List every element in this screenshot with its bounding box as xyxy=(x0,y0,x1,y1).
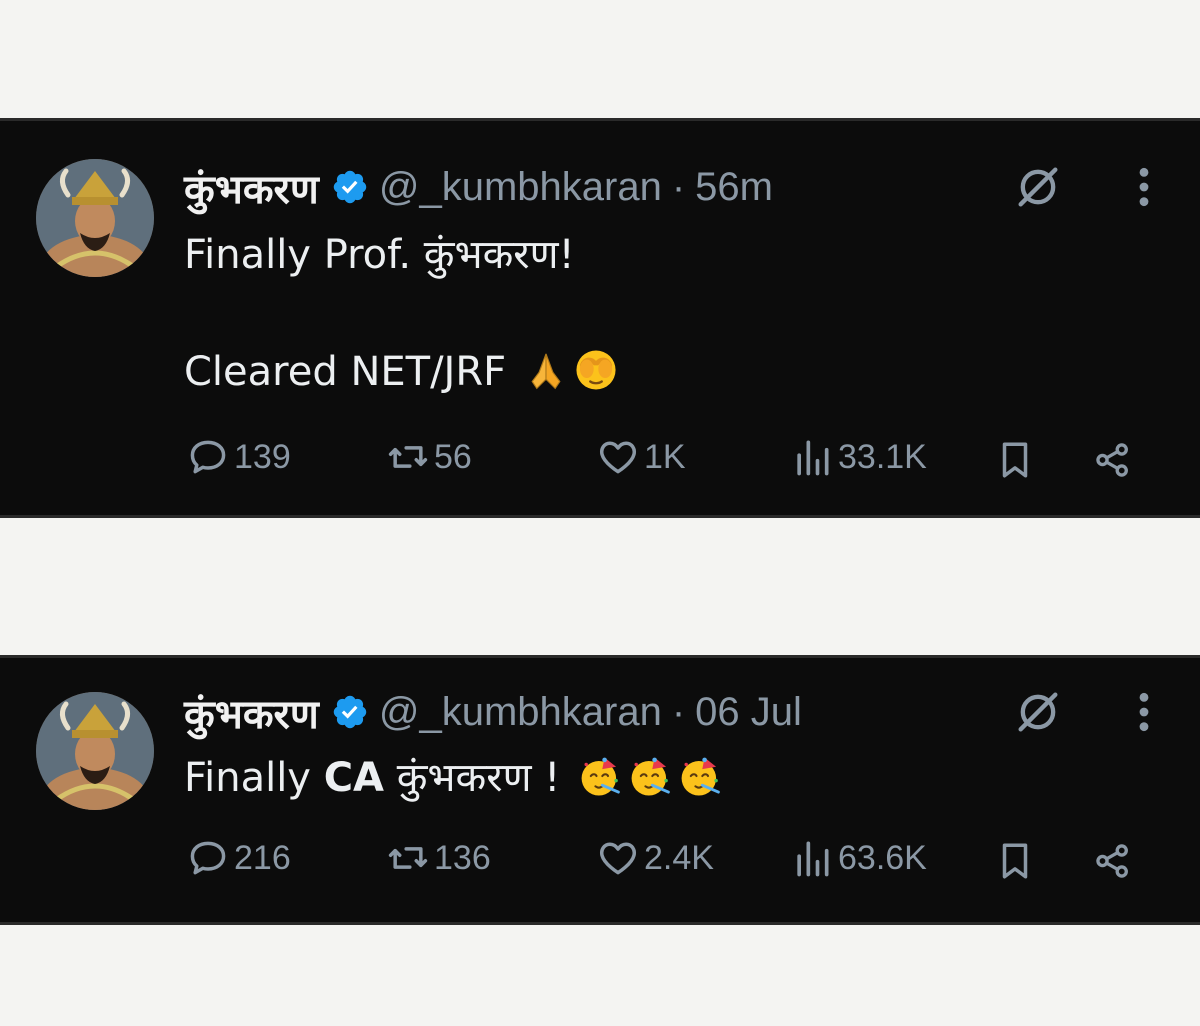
repost-count: 136 xyxy=(434,838,491,877)
handle[interactable]: @_kumbhkaran xyxy=(379,165,662,210)
view-count: 63.6K xyxy=(838,838,927,877)
tweet-card[interactable]: कुंभकरण @_kumbhkaran · 56m Finally Prof.… xyxy=(0,118,1200,518)
reply-icon xyxy=(186,836,230,880)
action-bar: 216 136 2.4K 63.6K xyxy=(0,836,1200,886)
timestamp[interactable]: 06 Jul xyxy=(695,690,802,735)
tweet-text: Cleared NET/JRF xyxy=(184,349,507,395)
handle[interactable]: @_kumbhkaran xyxy=(379,690,662,735)
partying-face-icon xyxy=(577,753,623,799)
verified-badge-icon xyxy=(331,693,369,731)
repost-button[interactable]: 136 xyxy=(386,836,491,880)
reply-button[interactable]: 216 xyxy=(186,836,291,880)
views-button[interactable]: 33.1K xyxy=(790,435,927,479)
like-count: 1K xyxy=(644,437,686,476)
verified-badge-icon xyxy=(331,168,369,206)
heart-icon xyxy=(596,836,640,880)
views-icon xyxy=(790,435,834,479)
more-icon[interactable] xyxy=(1136,690,1152,734)
reply-count: 216 xyxy=(234,838,291,877)
avatar[interactable] xyxy=(36,692,154,810)
views-icon xyxy=(790,836,834,880)
repost-count: 56 xyxy=(434,437,472,476)
reply-icon xyxy=(186,435,230,479)
action-bar: 139 56 1K 33.1K xyxy=(0,435,1200,485)
share-button[interactable] xyxy=(1092,840,1134,882)
like-button[interactable]: 1K xyxy=(596,435,686,479)
share-icon xyxy=(1092,439,1134,481)
reply-button[interactable]: 139 xyxy=(186,435,291,479)
repost-icon xyxy=(386,435,430,479)
bookmark-icon xyxy=(994,439,1036,481)
separator: · xyxy=(671,164,686,209)
timestamp[interactable]: 56m xyxy=(695,165,773,210)
more-icon[interactable] xyxy=(1136,165,1152,209)
like-button[interactable]: 2.4K xyxy=(596,836,714,880)
display-name[interactable]: कुंभकरण xyxy=(184,160,319,215)
display-name[interactable]: कुंभकरण xyxy=(184,685,319,740)
tweet-header: कुंभकरण @_kumbhkaran · 06 Jul xyxy=(184,686,802,738)
partying-face-icon xyxy=(677,753,723,799)
grok-icon[interactable] xyxy=(1012,161,1064,213)
tweet-text-line-1: Finally Prof. कुंभकरण! xyxy=(184,232,575,278)
repost-icon xyxy=(386,836,430,880)
tweet-card[interactable]: कुंभकरण @_kumbhkaran · 06 Jul Finally CA… xyxy=(0,655,1200,925)
avatar[interactable] xyxy=(36,159,154,277)
tweet-text-line-1: Finally CA कुंभकरण ! xyxy=(184,748,723,803)
share-icon xyxy=(1092,840,1134,882)
share-button[interactable] xyxy=(1092,439,1134,481)
grok-icon[interactable] xyxy=(1012,686,1064,738)
tweet-text-line-2: Cleared NET/JRF xyxy=(184,347,619,395)
tweet-text-prefix: Finally xyxy=(184,755,324,801)
tweet-header: कुंभकरण @_kumbhkaran · 56m xyxy=(184,161,773,213)
reply-count: 139 xyxy=(234,437,291,476)
folded-hands-icon xyxy=(523,347,569,393)
view-count: 33.1K xyxy=(838,437,927,476)
bookmark-button[interactable] xyxy=(994,439,1036,481)
heart-icon xyxy=(596,435,640,479)
like-count: 2.4K xyxy=(644,838,714,877)
bookmark-button[interactable] xyxy=(994,840,1036,882)
bookmark-icon xyxy=(994,840,1036,882)
separator: · xyxy=(671,689,686,734)
tweet-text-bold: CA xyxy=(323,755,384,801)
tweet-text-suffix: कुंभकरण ! xyxy=(384,755,574,801)
repost-button[interactable]: 56 xyxy=(386,435,472,479)
views-button[interactable]: 63.6K xyxy=(790,836,927,880)
partying-face-icon xyxy=(627,753,673,799)
face-with-hands-over-eyes-icon xyxy=(573,347,619,393)
